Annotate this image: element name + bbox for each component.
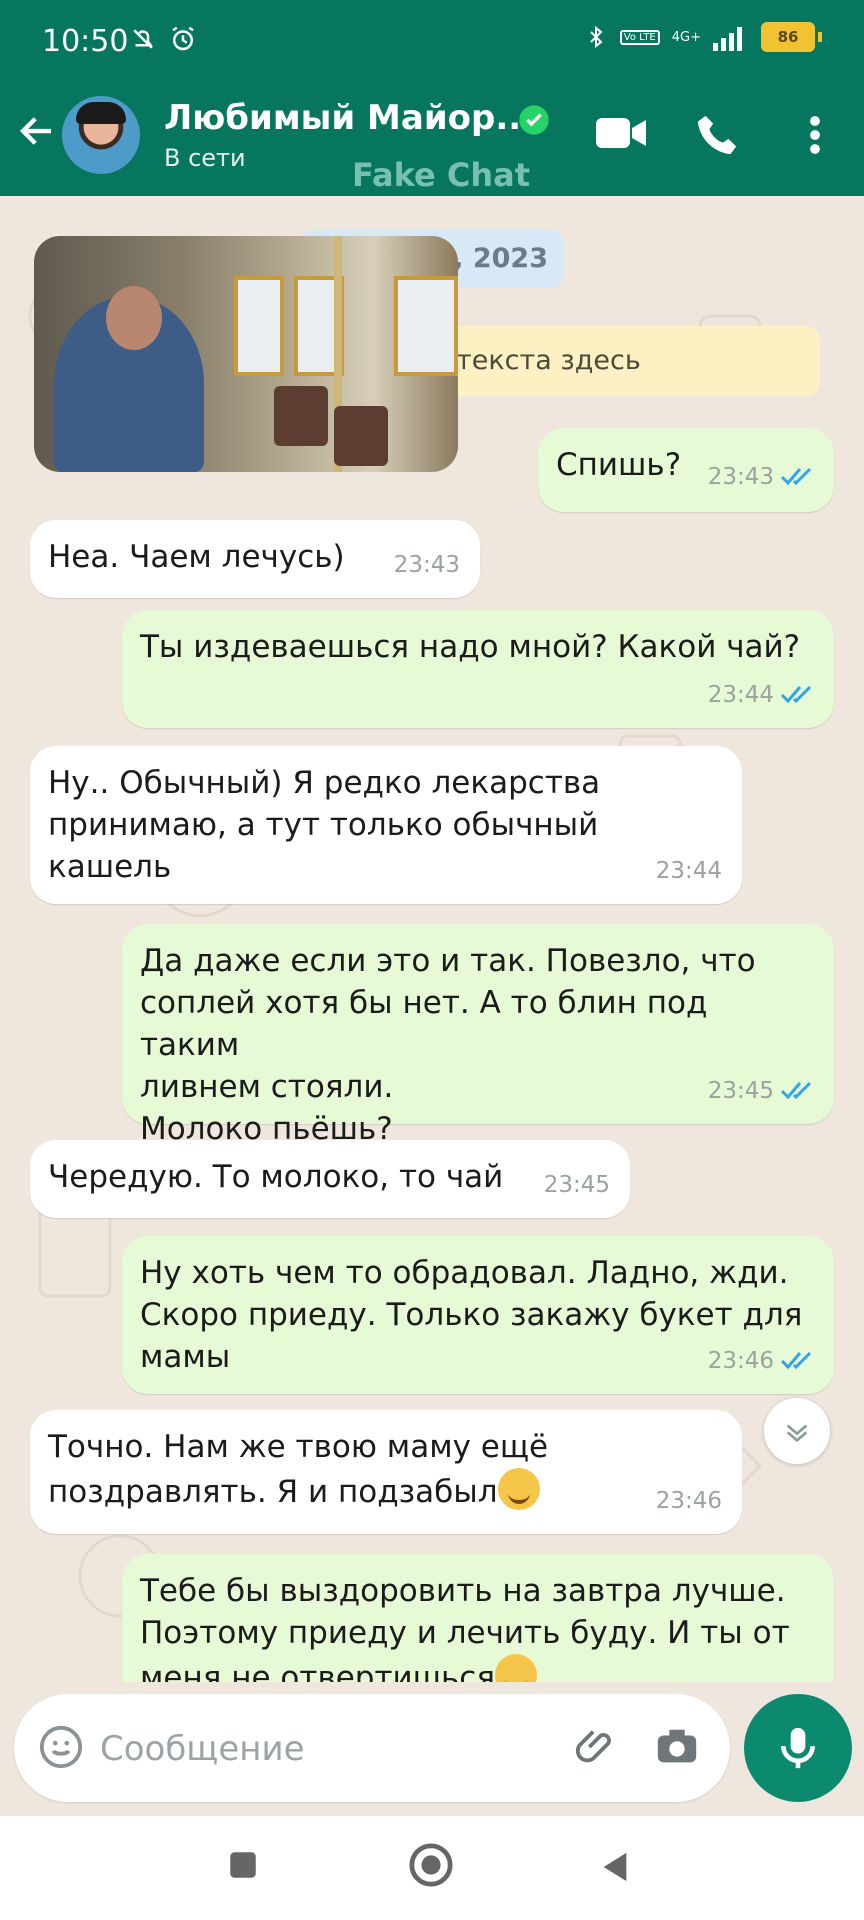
message-outgoing[interactable]: Тебе бы выздоровить на завтра лучше. Поэ… <box>122 1554 834 1682</box>
message-outgoing[interactable]: Ну хоть чем то обрадовал. Ладно, жди. Ск… <box>122 1236 834 1394</box>
message-text: Чередую. То молоко, то чай <box>48 1159 504 1195</box>
attach-icon[interactable] <box>574 1724 620 1770</box>
chat-area[interactable]: 7, 2023 текста здесь Спишь? 23:43 Неа. Ч… <box>0 196 864 1682</box>
bus-window <box>234 276 284 376</box>
bus-window <box>394 276 458 376</box>
message-outgoing[interactable]: Ты издеваешься надо мной? Какой чай? 23:… <box>122 610 834 728</box>
message-incoming[interactable]: Точно. Нам же твою маму ещё поздравлять.… <box>30 1410 742 1534</box>
message-incoming[interactable]: Неа. Чаем лечусь) 23:43 <box>30 520 480 598</box>
message-text: Точно. Нам же твою маму ещё поздравлять.… <box>48 1429 549 1510</box>
message-text: Ну хоть чем то обрадовал. Ладно, жди. Ск… <box>140 1255 803 1375</box>
message-text: Ты издеваешься надо мной? Какой чай? <box>140 629 801 665</box>
message-incoming[interactable]: Ну.. Обычный) Я редко лекарства принимаю… <box>30 746 742 904</box>
scroll-down-button[interactable] <box>764 1398 830 1464</box>
network-type: 4G+ <box>671 29 701 45</box>
message-outgoing[interactable]: Да даже если это и так. Повезло, что соп… <box>122 924 834 1147</box>
message-time: 23:43 <box>393 552 460 578</box>
mic-icon <box>781 1727 815 1769</box>
message-outgoing[interactable]: Спишь? 23:43 <box>538 428 834 512</box>
status-time: 10:50 <box>42 24 129 59</box>
sweat-smile-emoji-icon <box>497 1468 540 1510</box>
person-head <box>106 286 162 350</box>
chat-header: 10:50 Vo LTE 4G+ 86 Любимый Майор... В с… <box>0 0 864 196</box>
status-bar: 10:50 Vo LTE 4G+ 86 <box>0 0 864 88</box>
bus-seat <box>334 406 388 466</box>
camera-icon[interactable] <box>654 1724 700 1770</box>
phone-icon[interactable] <box>694 112 740 158</box>
battery-indicator: 86 <box>761 22 815 52</box>
message-time: 23:46 <box>707 1348 774 1374</box>
wink-emoji-icon <box>495 1654 538 1682</box>
bluetooth-icon <box>590 25 603 49</box>
read-receipt-icon <box>780 1351 812 1370</box>
message-text: Спишь? <box>556 447 682 483</box>
bus-seat <box>274 386 328 446</box>
emoji-icon[interactable] <box>38 1724 84 1770</box>
mute-notifications-icon <box>133 29 153 49</box>
read-receipt-icon <box>780 1081 812 1100</box>
contact-avatar[interactable] <box>62 96 140 174</box>
message-text: Тебе бы выздоровить на завтра лучше. Поэ… <box>140 1573 790 1682</box>
message-time: 23:45 <box>707 1078 774 1104</box>
message-time: 23:43 <box>707 464 774 490</box>
video-call-icon[interactable] <box>594 110 648 156</box>
scroll-down-icon <box>786 1424 808 1443</box>
message-time: 23:44 <box>655 858 722 884</box>
message-text: Ну.. Обычный) Я редко лекарства принимаю… <box>48 765 601 885</box>
status-right-group: Vo LTE 4G+ 86 <box>584 22 822 52</box>
nav-back-icon[interactable] <box>598 1848 632 1886</box>
message-time: 23:46 <box>655 1488 722 1514</box>
read-receipt-icon <box>780 467 812 486</box>
more-icon[interactable] <box>800 114 830 156</box>
volte-badge: Vo LTE <box>619 29 660 45</box>
battery-tip <box>818 32 822 42</box>
message-text: Да даже если это и так. Повезло, что соп… <box>140 943 756 1147</box>
contact-name[interactable]: Любимый Майор... <box>164 98 534 138</box>
message-time: 23:45 <box>543 1172 610 1198</box>
message-composer <box>14 1694 730 1802</box>
nav-square-icon[interactable] <box>226 1848 260 1882</box>
fake-chat-watermark: Fake Chat <box>352 156 530 194</box>
signal-icon <box>713 27 742 51</box>
mic-button[interactable] <box>744 1694 852 1802</box>
message-text: Неа. Чаем лечусь) <box>48 539 345 575</box>
floating-video-preview[interactable] <box>34 236 458 472</box>
nav-home-icon[interactable] <box>408 1842 454 1888</box>
back-arrow-icon[interactable] <box>16 110 58 152</box>
contact-status: В сети <box>164 144 246 172</box>
message-input[interactable] <box>98 1716 542 1782</box>
message-time: 23:44 <box>707 682 774 708</box>
verified-icon <box>519 105 549 135</box>
system-nav-bar <box>0 1816 864 1920</box>
alarm-icon <box>172 26 194 51</box>
message-incoming[interactable]: Чередую. То молоко, то чай 23:45 <box>30 1140 630 1218</box>
read-receipt-icon <box>780 685 812 704</box>
